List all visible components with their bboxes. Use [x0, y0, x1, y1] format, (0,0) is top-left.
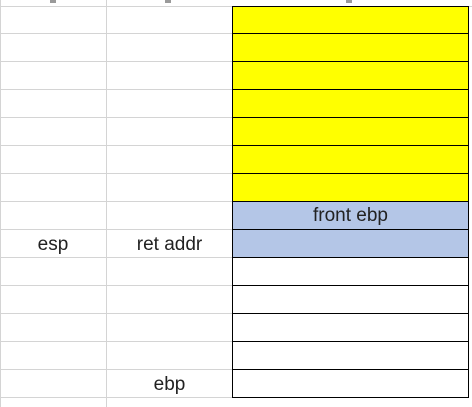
column-header-a-mark [50, 0, 56, 3]
ebp-label: ebp [153, 374, 186, 395]
stack-cell-yellow[interactable] [232, 145, 469, 174]
stack-cell-blue[interactable] [232, 229, 469, 258]
stack-cell-empty[interactable] [232, 257, 469, 286]
stack-cell-empty[interactable] [232, 313, 469, 342]
column-header-c-mark [346, 0, 352, 3]
stack-cell-empty[interactable] [232, 341, 469, 370]
stack-cell-yellow[interactable] [232, 6, 469, 34]
stack-cell-yellow[interactable] [232, 173, 469, 202]
gridline-horizontal [0, 61, 233, 62]
column-header-b-mark [165, 0, 171, 3]
spreadsheet-grid: front ebp esp ret addr ebp [0, 0, 472, 407]
gridline-horizontal [0, 173, 233, 174]
stack-cell-empty[interactable] [232, 369, 469, 398]
gridline-horizontal [0, 89, 233, 90]
stack-cell-yellow[interactable] [232, 117, 469, 146]
gridline-horizontal [0, 229, 233, 230]
gridline-horizontal [0, 33, 233, 34]
gridline-horizontal [0, 313, 233, 314]
stack-cell-yellow[interactable] [232, 89, 469, 118]
esp-label: esp [37, 234, 69, 255]
front-ebp-label: front ebp [313, 205, 388, 226]
gridline-horizontal [0, 341, 233, 342]
ret-addr-label: ret addr [136, 234, 203, 255]
stack-cell-front-ebp[interactable]: front ebp [232, 201, 469, 230]
gridline-horizontal [0, 285, 233, 286]
gridline-horizontal [0, 201, 233, 202]
stack-cell-yellow[interactable] [232, 33, 469, 62]
stack-cell-yellow[interactable] [232, 61, 469, 90]
gridline-horizontal [0, 145, 233, 146]
gridline-horizontal [0, 369, 233, 370]
gridline-horizontal [0, 117, 233, 118]
stack-cell-empty[interactable] [232, 285, 469, 314]
